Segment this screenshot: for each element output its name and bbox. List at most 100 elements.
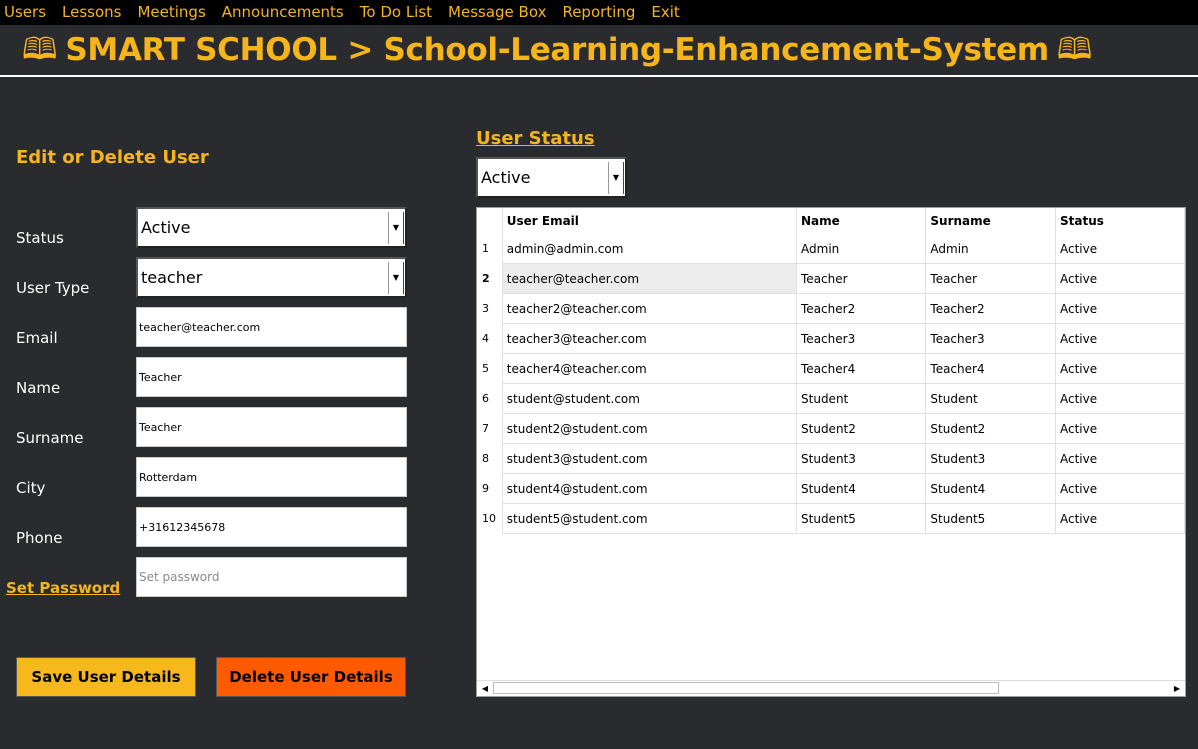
city-field[interactable] xyxy=(136,457,407,497)
column-header-name[interactable]: Name xyxy=(796,208,927,234)
menu-item-message-box[interactable]: Message Box xyxy=(440,0,554,25)
cell-surname[interactable]: Student xyxy=(925,383,1056,414)
password-field[interactable] xyxy=(136,557,407,597)
menu-item-reporting[interactable]: Reporting xyxy=(554,0,643,25)
table-row[interactable]: 10 student5@student.com Student5 Student… xyxy=(477,503,1185,534)
city-label: City xyxy=(16,479,46,497)
column-header-status[interactable]: Status xyxy=(1055,208,1185,234)
surname-field[interactable] xyxy=(136,407,407,447)
cell-status[interactable]: Active xyxy=(1055,353,1185,384)
cell-name[interactable]: Student2 xyxy=(796,413,927,444)
cell-name[interactable]: Admin xyxy=(796,234,927,264)
cell-surname[interactable]: Student2 xyxy=(925,413,1056,444)
status-filter-dropdown[interactable]: Active ▼ xyxy=(476,157,627,198)
table-row[interactable]: 4 teacher3@teacher.com Teacher3 Teacher3… xyxy=(477,323,1185,354)
cell-email[interactable]: student2@student.com xyxy=(502,413,798,444)
menu-item-users[interactable]: Users xyxy=(0,0,54,25)
cell-surname[interactable]: Student3 xyxy=(925,443,1056,474)
cell-surname[interactable]: Admin xyxy=(925,234,1056,264)
user-type-dropdown[interactable]: teacher ▼ xyxy=(136,257,407,298)
cell-name[interactable]: Teacher xyxy=(796,263,927,294)
cell-email[interactable]: teacher4@teacher.com xyxy=(502,353,798,384)
row-number: 1 xyxy=(477,234,503,264)
cell-status[interactable]: Active xyxy=(1055,293,1185,324)
name-field[interactable] xyxy=(136,357,407,397)
cell-status[interactable]: Active xyxy=(1055,234,1185,264)
row-number: 10 xyxy=(477,503,503,534)
cell-email[interactable]: student3@student.com xyxy=(502,443,798,474)
cell-email[interactable]: teacher2@teacher.com xyxy=(502,293,798,324)
cell-surname[interactable]: Teacher4 xyxy=(925,353,1056,384)
cell-name[interactable]: Student3 xyxy=(796,443,927,474)
chevron-down-icon[interactable]: ▼ xyxy=(388,261,404,294)
cell-email[interactable]: student5@student.com xyxy=(502,503,798,534)
cell-surname[interactable]: Teacher xyxy=(925,263,1056,294)
cell-status[interactable]: Active xyxy=(1055,473,1185,504)
cell-surname[interactable]: Student5 xyxy=(925,503,1056,534)
cell-status[interactable]: Active xyxy=(1055,323,1185,354)
row-number: 8 xyxy=(477,443,503,474)
cell-name[interactable]: Teacher3 xyxy=(796,323,927,354)
horizontal-scrollbar[interactable]: ◀ ▶ xyxy=(477,680,1185,696)
cell-surname[interactable]: Student4 xyxy=(925,473,1056,504)
users-table-grid: User Email Name Surname Status 1 admin@a… xyxy=(477,208,1185,534)
row-number-header xyxy=(477,208,503,234)
cell-surname[interactable]: Teacher3 xyxy=(925,323,1056,354)
row-number: 9 xyxy=(477,473,503,504)
table-row[interactable]: 9 student4@student.com Student4 Student4… xyxy=(477,473,1185,504)
chevron-down-icon[interactable]: ▼ xyxy=(388,211,404,244)
scrollbar-thumb[interactable] xyxy=(493,682,999,694)
table-row[interactable]: 1 admin@admin.com Admin Admin Active xyxy=(477,234,1185,264)
status-dropdown[interactable]: Active ▼ xyxy=(136,207,407,248)
menu-item-meetings[interactable]: Meetings xyxy=(129,0,213,25)
cell-email[interactable]: admin@admin.com xyxy=(502,234,798,264)
menu-bar: Users Lessons Meetings Announcements To … xyxy=(0,0,1198,25)
save-user-button[interactable]: Save User Details xyxy=(16,657,196,697)
scroll-left-icon[interactable]: ◀ xyxy=(477,681,493,696)
table-row[interactable]: 3 teacher2@teacher.com Teacher2 Teacher2… xyxy=(477,293,1185,324)
table-row[interactable]: 2 teacher@teacher.com Teacher Teacher Ac… xyxy=(477,263,1185,294)
menu-item-todo-list[interactable]: To Do List xyxy=(352,0,440,25)
cell-name[interactable]: Student5 xyxy=(796,503,927,534)
email-field[interactable] xyxy=(136,307,407,347)
cell-email[interactable]: student@student.com xyxy=(502,383,798,414)
phone-label: Phone xyxy=(16,529,63,547)
row-number: 4 xyxy=(477,323,503,354)
table-row[interactable]: 6 student@student.com Student Student Ac… xyxy=(477,383,1185,414)
row-number: 2 xyxy=(477,263,503,294)
table-row[interactable]: 5 teacher4@teacher.com Teacher4 Teacher4… xyxy=(477,353,1185,384)
cell-name[interactable]: Teacher2 xyxy=(796,293,927,324)
book-icon: 🕮 xyxy=(1056,32,1093,67)
cell-surname[interactable]: Teacher2 xyxy=(925,293,1056,324)
user-type-dropdown-value: teacher xyxy=(141,268,203,287)
table-row[interactable]: 8 student3@student.com Student3 Student3… xyxy=(477,443,1185,474)
cell-status[interactable]: Active xyxy=(1055,263,1185,294)
app-header: 🕮 SMART SCHOOL > School-Learning-Enhance… xyxy=(0,25,1198,77)
table-row[interactable]: 7 student2@student.com Student2 Student2… xyxy=(477,413,1185,444)
cell-email[interactable]: teacher@teacher.com xyxy=(502,263,798,294)
cell-status[interactable]: Active xyxy=(1055,443,1185,474)
menu-item-announcements[interactable]: Announcements xyxy=(214,0,352,25)
column-header-surname[interactable]: Surname xyxy=(925,208,1056,234)
row-number: 3 xyxy=(477,293,503,324)
status-filter-value: Active xyxy=(481,168,531,187)
cell-status[interactable]: Active xyxy=(1055,383,1185,414)
status-label: Status xyxy=(16,229,64,247)
chevron-down-icon[interactable]: ▼ xyxy=(608,161,624,194)
menu-item-lessons[interactable]: Lessons xyxy=(54,0,129,25)
column-header-email[interactable]: User Email xyxy=(502,208,798,234)
phone-field[interactable] xyxy=(136,507,407,547)
scroll-right-icon[interactable]: ▶ xyxy=(1169,681,1185,696)
cell-name[interactable]: Student xyxy=(796,383,927,414)
status-dropdown-value: Active xyxy=(141,218,191,237)
cell-name[interactable]: Student4 xyxy=(796,473,927,504)
cell-status[interactable]: Active xyxy=(1055,503,1185,534)
cell-status[interactable]: Active xyxy=(1055,413,1185,444)
users-table[interactable]: User Email Name Surname Status 1 admin@a… xyxy=(476,207,1186,697)
set-password-link[interactable]: Set Password xyxy=(6,579,120,597)
cell-name[interactable]: Teacher4 xyxy=(796,353,927,384)
cell-email[interactable]: student4@student.com xyxy=(502,473,798,504)
menu-item-exit[interactable]: Exit xyxy=(643,0,687,25)
delete-user-button[interactable]: Delete User Details xyxy=(216,657,406,697)
cell-email[interactable]: teacher3@teacher.com xyxy=(502,323,798,354)
